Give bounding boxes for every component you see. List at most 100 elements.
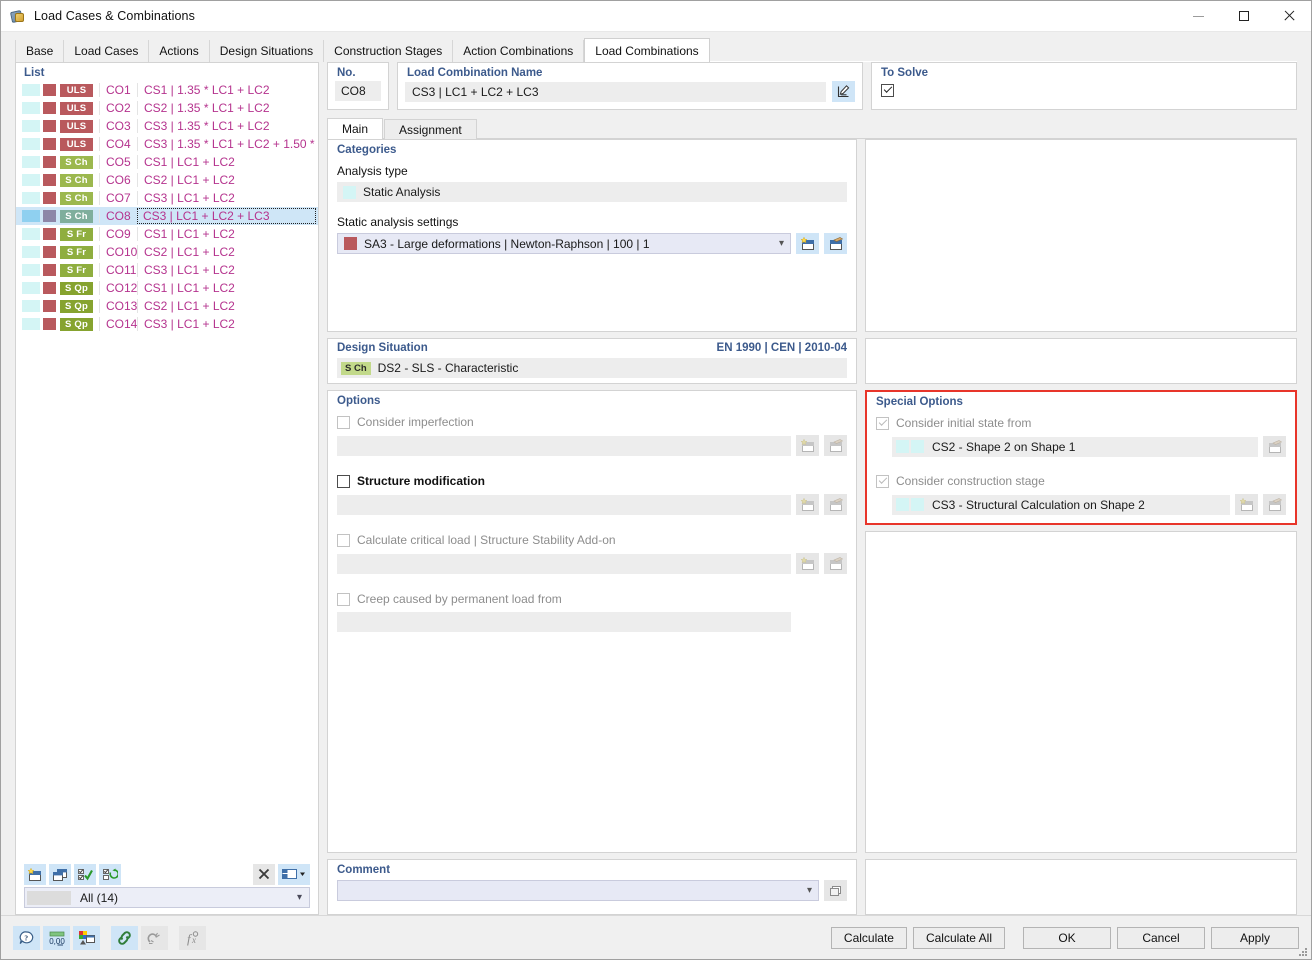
row-number: CO7 [99, 191, 137, 205]
option-checkbox-line[interactable]: Structure modification [328, 472, 856, 490]
list-item[interactable]: S Fr CO9 CS1 | LC1 + LC2 [16, 225, 318, 243]
special-option-edit-button[interactable] [1263, 436, 1286, 457]
row-description: CS2 | LC1 + LC2 [137, 299, 318, 313]
tab-construction-stages[interactable]: Construction Stages [324, 40, 454, 62]
list-item[interactable]: ULS CO1 CS1 | 1.35 * LC1 + LC2 [16, 81, 318, 99]
preview-panel-lower [865, 531, 1297, 853]
name-input[interactable]: CS3 | LC1 + LC2 + LC3 [405, 81, 826, 102]
option-checkbox[interactable] [337, 415, 350, 429]
option-value[interactable] [337, 435, 791, 456]
option-value[interactable] [337, 494, 791, 515]
analysis-type-text: Static Analysis [363, 185, 441, 199]
link-icon [116, 930, 133, 946]
option-checkbox[interactable] [337, 533, 350, 547]
list-item[interactable]: S Fr CO10 CS2 | LC1 + LC2 [16, 243, 318, 261]
copy-combination-button[interactable] [49, 863, 71, 885]
snap-button[interactable] [141, 925, 168, 950]
edit-settings-button[interactable] [824, 233, 847, 254]
option-new-button[interactable] [796, 435, 819, 456]
special-option-checkbox-line[interactable]: Consider construction stage [867, 472, 1295, 490]
inner-tab-main[interactable]: Main [327, 118, 384, 139]
option-new-button[interactable] [796, 494, 819, 515]
inner-tab-assignment[interactable]: Assignment [384, 119, 477, 139]
option-label: Creep caused by permanent load from [357, 592, 562, 606]
combination-list[interactable]: ULS CO1 CS1 | 1.35 * LC1 + LC2 ULS CO2 CS2 | … [16, 81, 318, 861]
link-button[interactable] [111, 925, 138, 950]
edit-name-button[interactable] [832, 81, 855, 102]
special-option-edit-button[interactable] [1263, 494, 1286, 515]
special-option-checkbox[interactable] [876, 416, 889, 430]
formula-button[interactable]: fx [179, 925, 206, 950]
tab-load-combinations[interactable]: Load Combinations [584, 38, 710, 62]
list-item[interactable]: S Ch CO8 CS3 | LC1 + LC2 + LC3 [16, 207, 318, 225]
row-number: CO6 [99, 173, 137, 187]
special-option-checkbox-line[interactable]: Consider initial state from [867, 414, 1295, 432]
list-item[interactable]: ULS CO3 CS3 | 1.35 * LC1 + LC2 [16, 117, 318, 135]
row-color-swatch-1 [22, 174, 40, 186]
tab-load-cases[interactable]: Load Cases [64, 40, 150, 62]
detail-area: No. CO8 Load Combination Name CS3 | LC1 … [327, 62, 1297, 915]
list-item[interactable]: S Ch CO5 CS1 | LC1 + LC2 [16, 153, 318, 171]
window-controls [1176, 1, 1311, 32]
ok-button[interactable]: OK [1023, 926, 1111, 949]
row-color-swatch-2 [43, 84, 56, 96]
comment-input[interactable]: ▾ [337, 880, 819, 901]
option-checkbox[interactable] [337, 592, 350, 606]
tab-actions[interactable]: Actions [149, 40, 210, 62]
list-item[interactable]: S Fr CO11 CS3 | LC1 + LC2 [16, 261, 318, 279]
list-item[interactable]: S Ch CO6 CS2 | LC1 + LC2 [16, 171, 318, 189]
new-combination-button[interactable] [24, 863, 46, 885]
preview-panel-bottom [865, 859, 1297, 915]
option-checkbox-line[interactable]: Calculate critical load | Structure Stab… [328, 531, 856, 549]
list-item[interactable]: S Ch CO7 CS3 | LC1 + LC2 [16, 189, 318, 207]
cancel-button[interactable]: Cancel [1117, 926, 1205, 949]
list-filter-select[interactable]: All (14) ▾ [24, 887, 310, 908]
special-option-value[interactable]: CS3 - Structural Calculation on Shape 2 [892, 494, 1230, 515]
comment-library-button[interactable] [824, 880, 847, 901]
tab-design-situations[interactable]: Design Situations [209, 40, 325, 62]
list-item[interactable]: S Qp CO12 CS1 | LC1 + LC2 [16, 279, 318, 297]
option-checkbox-line[interactable]: Creep caused by permanent load from [328, 590, 856, 608]
option-edit-button[interactable] [824, 553, 847, 574]
name-fieldset: Load Combination Name CS3 | LC1 + LC2 + … [397, 62, 863, 110]
calculate-button[interactable]: Calculate [830, 926, 907, 949]
calculate-all-button[interactable]: Calculate All [912, 926, 1005, 949]
design-situation-value[interactable]: S Ch DS2 - SLS - Characteristic [337, 358, 847, 378]
list-item[interactable]: S Qp CO14 CS3 | LC1 + LC2 [16, 315, 318, 333]
new-settings-button[interactable] [796, 233, 819, 254]
numeric-format-button[interactable]: 0,00 [43, 925, 70, 950]
option-edit-button[interactable] [824, 435, 847, 456]
option-checkbox[interactable] [337, 474, 350, 488]
settings-select[interactable]: SA3 - Large deformations | Newton-Raphso… [337, 233, 791, 254]
analysis-type-value[interactable]: Static Analysis [337, 182, 847, 202]
dialog-window: Load Cases & Combinations Base Load Cases… [0, 0, 1312, 960]
list-item[interactable]: ULS CO2 CS2 | 1.35 * LC1 + LC2 [16, 99, 318, 117]
row-description: CS3 | 1.35 * LC1 + LC2 + 1.50 * LC3 [137, 137, 318, 151]
option-value[interactable] [337, 553, 791, 574]
special-option-value[interactable]: CS2 - Shape 2 on Shape 1 [892, 436, 1258, 457]
table-columns-button[interactable] [278, 863, 310, 885]
apply-button[interactable]: Apply [1211, 926, 1299, 949]
option-checkbox-line[interactable]: Consider imperfection [328, 413, 856, 431]
tab-action-combinations[interactable]: Action Combinations [453, 40, 585, 62]
invert-selection-button[interactable] [99, 863, 121, 885]
info-button[interactable]: ? [13, 925, 40, 950]
special-option-new-button[interactable] [1235, 494, 1258, 515]
close-button[interactable] [1266, 1, 1311, 32]
option-edit-button[interactable] [824, 494, 847, 515]
colors-button[interactable] [73, 925, 100, 950]
to-solve-checkbox[interactable] [881, 83, 894, 97]
maximize-button[interactable] [1221, 1, 1266, 32]
option-value[interactable] [337, 612, 791, 632]
option-group: Consider imperfection [328, 413, 856, 456]
list-item[interactable]: ULS CO4CS3 | 1.35 * LC1 + LC2 + 1.50 * LC… [16, 135, 318, 153]
select-all-button[interactable] [74, 863, 96, 885]
row-number: CO14 [99, 317, 137, 331]
minimize-button[interactable] [1176, 1, 1221, 32]
tab-base[interactable]: Base [15, 40, 65, 62]
special-option-checkbox[interactable] [876, 474, 889, 488]
option-new-button[interactable] [796, 553, 819, 574]
list-item[interactable]: S Qp CO13 CS2 | LC1 + LC2 [16, 297, 318, 315]
delete-combination-button[interactable] [253, 863, 275, 885]
resize-grip[interactable] [1298, 947, 1308, 957]
